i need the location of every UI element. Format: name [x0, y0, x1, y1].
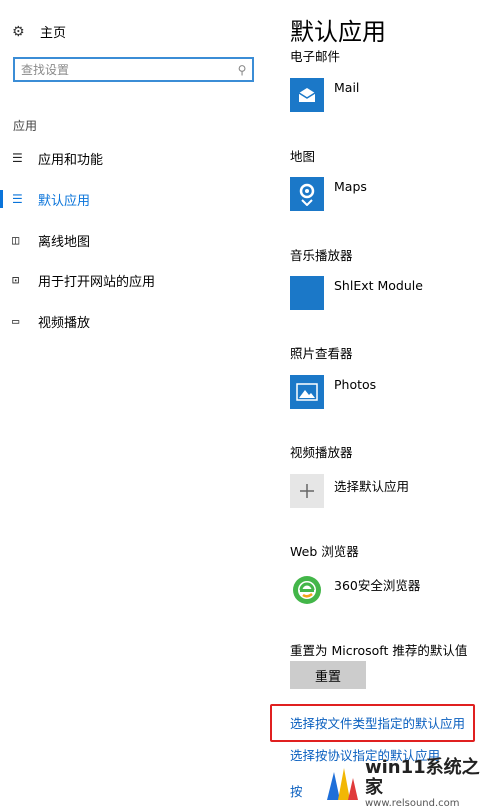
- app-selector-photos[interactable]: Photos: [290, 375, 376, 409]
- video-playback-icon: ▭: [12, 314, 20, 328]
- watermark-url: www.relsound.com: [365, 798, 460, 809]
- plus-icon: [290, 474, 324, 508]
- watermark: win11系统之家 www.relsound.com: [325, 758, 495, 809]
- mail-icon: [290, 78, 324, 112]
- app-selector-maps[interactable]: Maps: [290, 177, 367, 211]
- app-name: Photos: [334, 377, 377, 392]
- settings-sidebar: ⚙ 主页 ⚲ 应用 ☰ 应用和功能 ☰ 默认应用 ◫ 离线地图 ⊡ 用于打开网站…: [0, 0, 270, 811]
- sidebar-item-apps-for-websites[interactable]: ⊡ 用于打开网站的应用: [0, 266, 270, 294]
- category-label-music: 音乐播放器: [290, 248, 353, 263]
- app-name: 360安全浏览器: [334, 578, 421, 593]
- sidebar-item-default-apps[interactable]: ☰ 默认应用: [0, 185, 270, 213]
- apps-features-icon: ☰: [12, 151, 23, 165]
- watermark-title: win11系统之家: [365, 757, 480, 798]
- selection-indicator: [0, 271, 3, 289]
- watermark-logo: [325, 766, 359, 802]
- search-icon[interactable]: ⚲: [232, 63, 252, 77]
- category-label-maps: 地图: [290, 149, 316, 164]
- link-by-app[interactable]: 按: [290, 781, 303, 800]
- reset-description: 重置为 Microsoft 推荐的默认值: [290, 643, 468, 658]
- sidebar-item-apps-features[interactable]: ☰ 应用和功能: [0, 144, 270, 172]
- apps-for-websites-icon: ⊡: [12, 273, 20, 287]
- selection-indicator: [0, 231, 3, 249]
- page-title: 默认应用: [290, 18, 386, 46]
- search-input[interactable]: [15, 58, 232, 81]
- photos-icon: [290, 375, 324, 409]
- search-box[interactable]: ⚲: [13, 57, 254, 82]
- sidebar-item-label: 离线地图: [38, 234, 91, 250]
- sidebar-item-label: 应用和功能: [38, 152, 104, 168]
- app-name: ShlExt Module: [334, 278, 423, 293]
- home-label: 主页: [40, 26, 67, 41]
- section-title: 应用: [13, 119, 38, 133]
- app-name: 选择默认应用: [334, 479, 410, 494]
- maps-icon: [290, 177, 324, 211]
- selection-indicator: [0, 149, 3, 167]
- default-apps-icon: ☰: [12, 192, 23, 206]
- gear-icon: ⚙: [12, 23, 25, 40]
- app-selector-music[interactable]: ShlExt Module: [290, 276, 423, 310]
- category-label-browser: Web 浏览器: [290, 544, 359, 559]
- default-apps-panel: 默认应用 电子邮件 Mail 地图 Maps 音乐播放器 ShlExt Modu…: [270, 0, 500, 811]
- app-name: Mail: [334, 80, 360, 95]
- selection-indicator: [0, 312, 3, 330]
- reset-button[interactable]: 重置: [290, 661, 366, 689]
- sidebar-item-label: 用于打开网站的应用: [38, 274, 156, 290]
- category-label-video: 视频播放器: [290, 445, 353, 460]
- home-nav-item[interactable]: ⚙ 主页: [12, 22, 67, 42]
- app-name: Maps: [334, 179, 367, 194]
- selection-indicator: [0, 190, 3, 208]
- app-selector-video[interactable]: 选择默认应用: [290, 474, 409, 508]
- app-selector-browser[interactable]: 360安全浏览器: [290, 573, 420, 607]
- sidebar-item-video-playback[interactable]: ▭ 视频播放: [0, 307, 270, 335]
- sidebar-item-label: 默认应用: [38, 193, 91, 209]
- sidebar-item-offline-maps[interactable]: ◫ 离线地图: [0, 226, 270, 254]
- offline-maps-icon: ◫: [12, 233, 20, 247]
- blank-app-icon: [290, 276, 324, 310]
- browser-360-icon: [290, 573, 324, 607]
- highlight-box: [270, 704, 475, 742]
- app-selector-email[interactable]: Mail: [290, 78, 359, 112]
- category-label-email: 电子邮件: [290, 49, 341, 64]
- category-label-photos: 照片查看器: [290, 346, 353, 361]
- sidebar-item-label: 视频播放: [38, 315, 91, 331]
